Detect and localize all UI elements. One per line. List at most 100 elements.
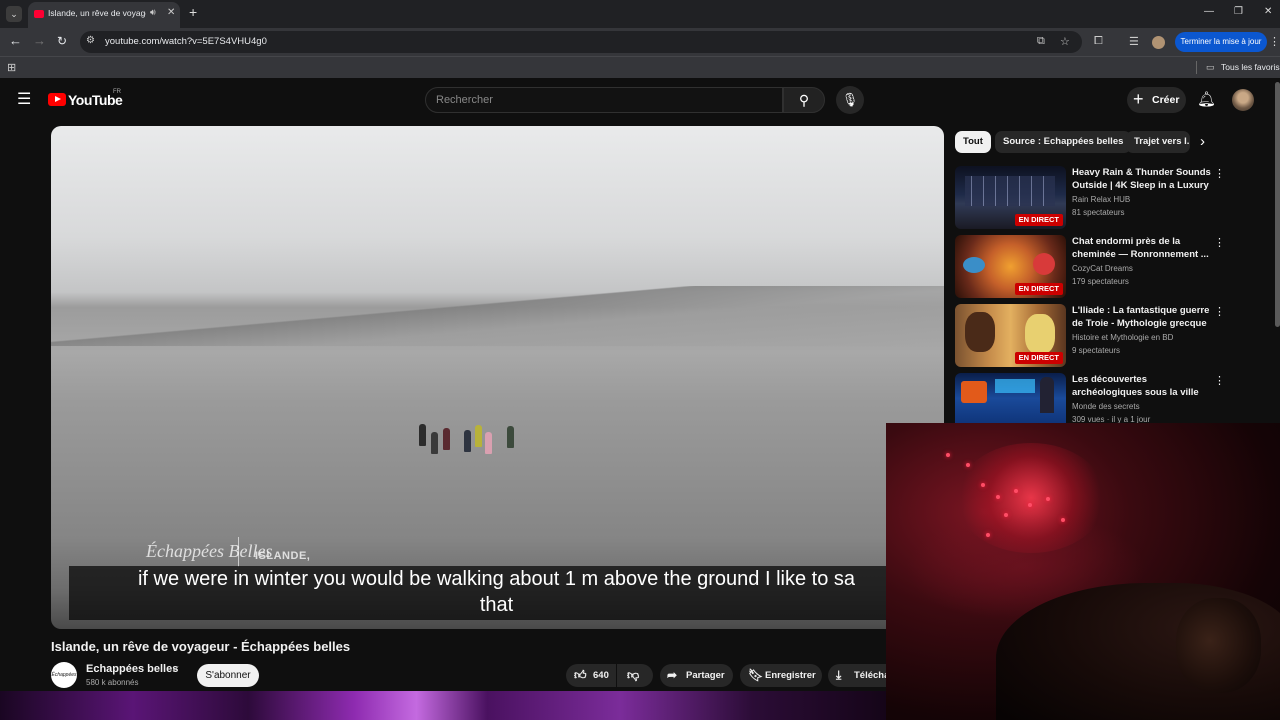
rec-title[interactable]: Les découvertes archéologiques sous la v… (1072, 373, 1212, 399)
folder-icon: ▭ (1206, 62, 1215, 72)
search-input[interactable]: Rechercher (425, 87, 783, 113)
microphone-icon[interactable]: 🎙︎ (836, 86, 864, 114)
install-app-icon[interactable]: ⧉ (1037, 35, 1045, 48)
profile-avatar-small[interactable] (1152, 36, 1165, 49)
search-placeholder: Rechercher (436, 94, 493, 106)
caption-line-1: if we were in winter you would be walkin… (137, 568, 856, 590)
address-bar[interactable]: ⚙︎ youtube.com/watch?v=5E7S4VHU4g0 ⧉ ☆ (80, 31, 1082, 53)
search-icon[interactable]: ⚲ (783, 87, 825, 113)
subscribe-button[interactable]: S'abonner (197, 664, 259, 687)
chip-trajet[interactable]: Trajet vers l... (1126, 131, 1190, 153)
more-options-icon[interactable]: ⋮ (1214, 374, 1225, 387)
thumbnail[interactable]: EN DIRECT (955, 166, 1066, 229)
screen: { "browser": { "tab_title": "Islande, un… (0, 0, 1280, 720)
all-bookmarks-link[interactable]: Tous les favoris (1221, 62, 1280, 72)
more-options-icon[interactable]: ⋮ (1214, 305, 1225, 318)
notifications-bell-icon[interactable]: 🔔︎ (1197, 90, 1216, 108)
show-logo: Échappées Belles (146, 541, 273, 561)
verified-badge-icon: ✔ (172, 664, 180, 674)
thumbnail[interactable]: EN DIRECT (955, 235, 1066, 298)
youtube-favicon-icon (34, 10, 44, 18)
forward-icon[interactable]: → (33, 34, 46, 48)
channel-avatar[interactable]: Échappées belles (51, 662, 77, 704)
speaker-icon[interactable]: 🔊︎ (150, 7, 156, 18)
bookmark-star-icon[interactable]: ☆ (1060, 35, 1070, 48)
rec-meta: 81 spectateurs (1072, 208, 1125, 217)
caption-line-2: that (479, 594, 514, 616)
extensions-icon[interactable]: ⧠ (1094, 35, 1103, 48)
browser-menu-icon[interactable]: ⋮ (1269, 35, 1280, 48)
logo-divider (238, 537, 239, 567)
live-badge: EN DIRECT (1014, 352, 1063, 364)
apps-grid-icon[interactable]: ⊞ (7, 61, 16, 74)
video-player[interactable]: Échappées Belles ISLANDE, if we were in … (51, 126, 944, 629)
save-button[interactable]: 🔖︎ Enregistrer (740, 664, 822, 687)
youtube-logo-icon[interactable] (48, 93, 66, 106)
chip-source[interactable]: Source : Echappées belles (995, 131, 1132, 153)
bookmark-icon: 🔖︎ (748, 668, 764, 682)
bookmarks-bar: ⊞ ▭ Tous les favoris (0, 56, 1280, 78)
live-badge: EN DIRECT (1014, 214, 1063, 226)
like-count: 640 (593, 670, 609, 681)
create-label: Créer (1152, 94, 1180, 106)
share-button[interactable]: ➦ Partager (660, 664, 733, 687)
region-code: FR (113, 89, 121, 95)
rec-channel[interactable]: Rain Relax HUB (1072, 195, 1130, 204)
reload-icon[interactable]: ↻ (57, 34, 67, 48)
account-avatar[interactable] (1232, 89, 1254, 111)
more-options-icon[interactable]: ⋮ (1214, 236, 1225, 249)
thumbnail[interactable]: EN DIRECT (955, 304, 1066, 367)
place-label: ISLANDE, (255, 550, 311, 562)
chevron-right-icon[interactable]: › (1200, 133, 1205, 150)
save-label: Enregistrer (765, 670, 816, 681)
browser-tab[interactable]: Islande, un rêve de voyageur - Échappées… (28, 2, 180, 28)
rec-meta: 9 spectateurs (1072, 346, 1121, 355)
subscriber-count: 580 k abonnés (86, 678, 139, 687)
caption-box: if we were in winter you would be walkin… (69, 566, 924, 620)
close-window-icon[interactable]: ✕ (1264, 6, 1272, 17)
thumbs-down-icon: 👎︎ (627, 668, 640, 682)
webcam-overlay (886, 423, 1280, 720)
rec-title[interactable]: Heavy Rain & Thunder Sounds Outside | 4K… (1072, 166, 1212, 192)
more-options-icon[interactable]: ⋮ (1214, 167, 1225, 180)
bookmarks-divider (1196, 61, 1197, 74)
browser-toolbar: ← → ↻ ⚙︎ youtube.com/watch?v=5E7S4VHU4g0… (0, 28, 1280, 56)
download-icon: ⤓ (836, 668, 842, 682)
url-text: youtube.com/watch?v=5E7S4VHU4g0 (105, 36, 267, 47)
new-tab-icon[interactable]: + (189, 5, 197, 19)
live-badge: EN DIRECT (1014, 283, 1063, 295)
rec-title[interactable]: L'Iliade : La fantastique guerre de Troi… (1072, 304, 1212, 330)
tab-title: Islande, un rêve de voyageur - Échappées… (48, 8, 146, 18)
plus-icon: + (1133, 89, 1144, 109)
close-tab-icon[interactable]: ✕ (167, 7, 175, 18)
minimize-icon[interactable]: — (1204, 6, 1214, 17)
page-scrollbar[interactable] (1275, 82, 1280, 327)
video-title: Islande, un rêve de voyageur - Échappées… (51, 639, 351, 654)
rec-channel[interactable]: CozyCat Dreams (1072, 264, 1133, 273)
recommendation-item[interactable]: EN DIRECT Heavy Rain & Thunder Sounds Ou… (955, 166, 1255, 232)
recommendation-item[interactable]: EN DIRECT Chat endormi près de la chemin… (955, 235, 1255, 301)
menu-hamburger-icon[interactable]: ☰ (17, 92, 31, 108)
browser-tab-bar: ⌄ Islande, un rêve de voyageur - Échappé… (0, 0, 1280, 28)
rec-channel[interactable]: Histoire et Mythologie en BD (1072, 333, 1173, 342)
create-button[interactable]: + Créer (1127, 87, 1186, 113)
share-arrow-icon: ➦ (667, 668, 678, 682)
chip-all[interactable]: Tout (955, 131, 991, 153)
rec-title[interactable]: Chat endormi près de la cheminée — Ronro… (1072, 235, 1212, 261)
dislike-button[interactable]: 👎︎ (617, 664, 653, 687)
back-icon[interactable]: ← (9, 34, 22, 48)
rec-channel[interactable]: Monde des secrets (1072, 402, 1140, 411)
like-button[interactable]: 👍︎ 640 (566, 664, 616, 687)
channel-name[interactable]: Echappées belles (86, 663, 178, 675)
purple-banner (0, 691, 886, 720)
tab-search-chevron-icon[interactable]: ⌄ (6, 6, 22, 22)
rec-meta: 179 spectateurs (1072, 277, 1129, 286)
reading-list-icon[interactable]: ☰ (1129, 35, 1139, 48)
recommendation-item[interactable]: EN DIRECT L'Iliade : La fantastique guer… (955, 304, 1255, 370)
share-label: Partager (686, 670, 725, 681)
thumbs-up-icon: 👍︎ (574, 668, 587, 682)
site-info-icon[interactable]: ⚙︎ (86, 35, 95, 46)
update-button[interactable]: Terminer la mise à jour (1175, 32, 1267, 52)
maximize-icon[interactable]: ❐ (1234, 6, 1243, 17)
youtube-header: ☰ YouTube FR Rechercher ⚲ 🎙︎ + Créer 🔔︎ (0, 80, 1280, 120)
